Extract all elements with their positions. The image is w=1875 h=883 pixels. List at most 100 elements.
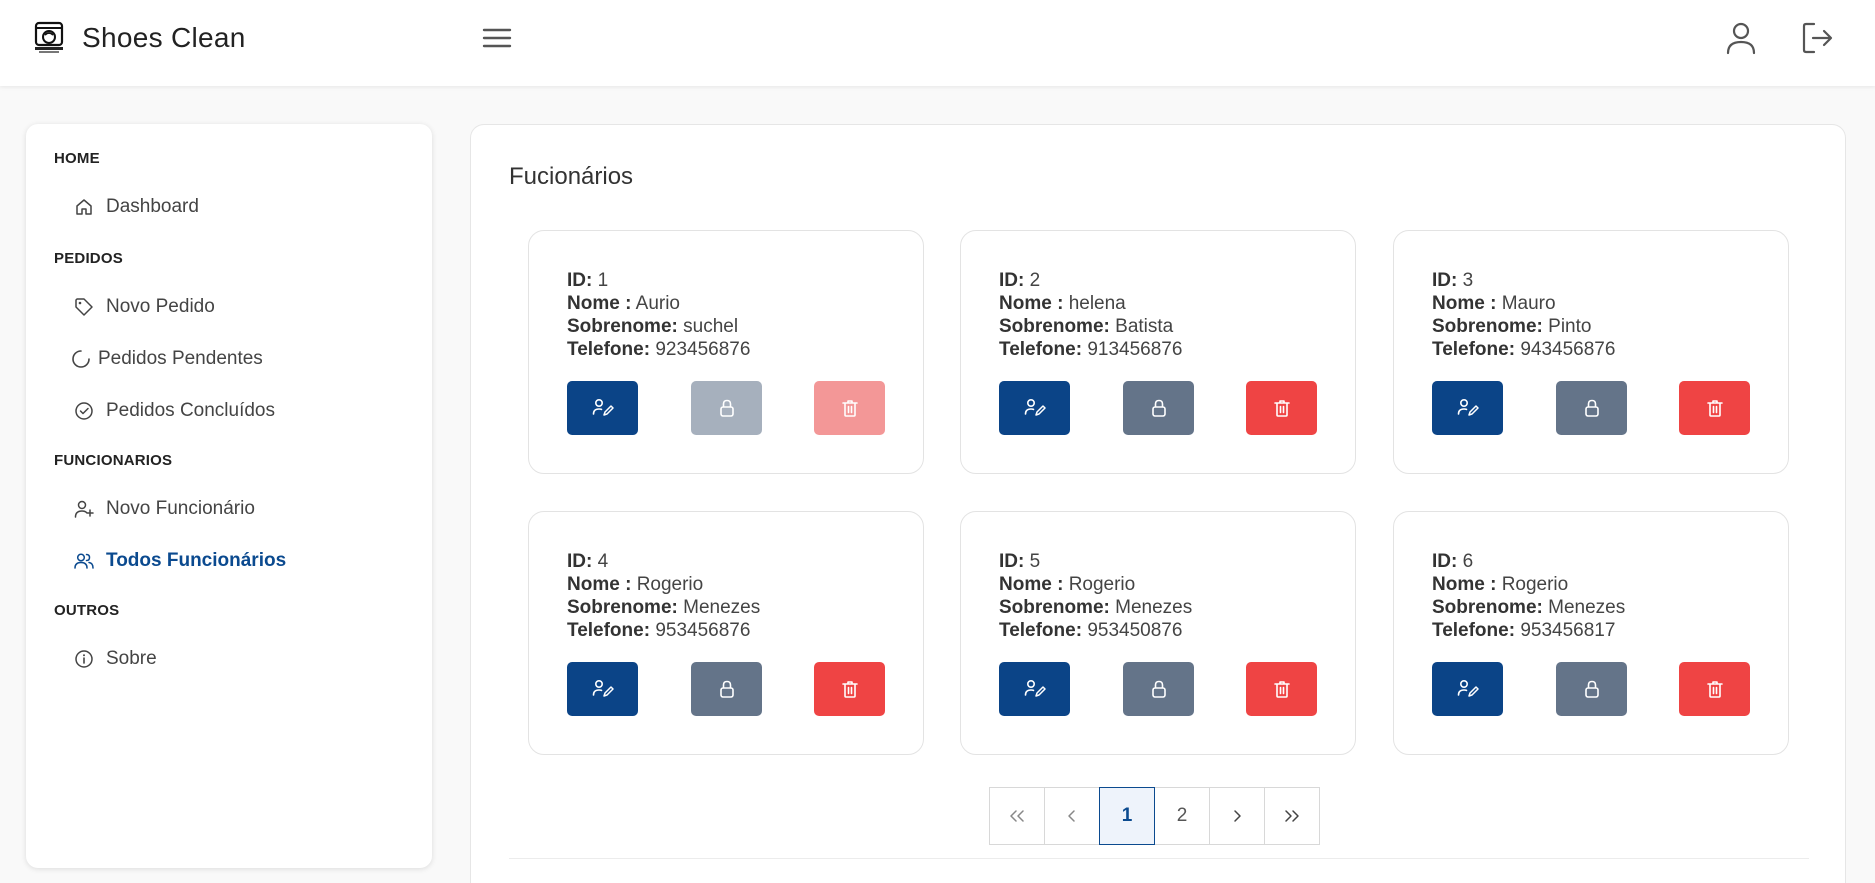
double-chevron-right-icon (1285, 810, 1299, 822)
sidebar-item-pedidos-pendentes[interactable]: Pedidos Pendentes (72, 344, 263, 374)
user-plus-icon (74, 500, 94, 518)
page-title: Fucionários (509, 163, 634, 190)
sidebar-item-label: Sobre (106, 648, 157, 669)
sidebar-item-novo-pedido[interactable]: Novo Pedido (74, 292, 215, 322)
logout-icon[interactable] (1800, 20, 1834, 56)
sidebar-item-label: Dashboard (106, 196, 199, 217)
sidebar-item-label: Novo Pedido (106, 296, 215, 317)
employee-nome: Nome : helena (999, 293, 1126, 314)
sidebar: HOME Dashboard PEDIDOS Novo Pedido Pedid… (26, 124, 432, 868)
employee-telefone: Telefone: 943456876 (1432, 339, 1616, 360)
top-bar: Shoes Clean (0, 0, 1875, 86)
employee-id: ID: 4 (567, 551, 609, 572)
check-circle-icon (75, 402, 93, 420)
user-edit-icon (592, 679, 614, 697)
delete-button[interactable] (814, 381, 885, 435)
loader-icon (72, 350, 90, 368)
trash-icon (841, 681, 858, 698)
edit-button[interactable] (1432, 381, 1503, 435)
employee-nome: Nome : Mauro (1432, 293, 1556, 314)
edit-button[interactable] (999, 662, 1070, 716)
employee-nome: Nome : Rogerio (567, 574, 704, 595)
delete-button[interactable] (1679, 662, 1750, 716)
lock-icon (1584, 399, 1599, 417)
employee-sobrenome: Sobrenome: Pinto (1432, 316, 1592, 337)
employee-card: ID: 2 Nome : helena Sobrenome: Batista T… (960, 230, 1356, 474)
delete-button[interactable] (1679, 381, 1750, 435)
employee-sobrenome: Sobrenome: suchel (567, 316, 739, 337)
sidebar-item-novo-funcionario[interactable]: Novo Funcionário (74, 494, 255, 524)
employee-sobrenome: Sobrenome: Menezes (567, 597, 761, 618)
employee-telefone: Telefone: 923456876 (567, 339, 751, 360)
user-edit-icon (1024, 398, 1046, 416)
chevron-left-icon (1068, 810, 1075, 822)
lock-button[interactable] (1123, 381, 1194, 435)
lock-icon (719, 680, 734, 698)
pagination: 1 2 (989, 787, 1320, 845)
trash-icon (841, 400, 858, 417)
user-profile-icon[interactable] (1724, 20, 1758, 56)
employee-telefone: Telefone: 953450876 (999, 620, 1183, 641)
employee-nome: Nome : Rogerio (999, 574, 1136, 595)
chevron-right-icon (1234, 810, 1241, 822)
pagination-last-button[interactable] (1264, 787, 1320, 845)
trash-icon (1706, 400, 1723, 417)
lock-button[interactable] (1556, 662, 1627, 716)
pagination-prev-button[interactable] (1044, 787, 1100, 845)
lock-icon (1584, 680, 1599, 698)
trash-icon (1273, 681, 1290, 698)
user-edit-icon (1024, 679, 1046, 697)
employee-sobrenome: Sobrenome: Batista (999, 316, 1174, 337)
trash-icon (1706, 681, 1723, 698)
section-title-funcionarios: FUNCIONARIOS (54, 452, 173, 469)
sidebar-item-todos-funcionarios[interactable]: Todos Funcionários (74, 546, 286, 576)
user-edit-icon (1457, 679, 1479, 697)
employee-nome: Nome : Aurio (567, 293, 680, 314)
pagination-first-button[interactable] (989, 787, 1045, 845)
app-title: Shoes Clean (82, 22, 246, 53)
info-icon (75, 650, 93, 668)
lock-button[interactable] (691, 381, 762, 435)
sidebar-item-pedidos-concluidos[interactable]: Pedidos Concluídos (74, 396, 275, 426)
section-title-home: HOME (54, 150, 100, 167)
lock-button[interactable] (1556, 381, 1627, 435)
employee-card: ID: 3 Nome : Mauro Sobrenome: Pinto Tele… (1393, 230, 1789, 474)
edit-button[interactable] (567, 381, 638, 435)
hamburger-menu-icon[interactable] (480, 24, 514, 52)
tag-icon (75, 298, 93, 316)
pagination-next-button[interactable] (1209, 787, 1265, 845)
user-edit-icon (1457, 398, 1479, 416)
user-edit-icon (592, 398, 614, 416)
employee-card: ID: 5 Nome : Rogerio Sobrenome: Menezes … (960, 511, 1356, 755)
employee-id: ID: 3 (1432, 270, 1474, 291)
delete-button[interactable] (1246, 381, 1317, 435)
trash-icon (1273, 400, 1290, 417)
delete-button[interactable] (814, 662, 885, 716)
sidebar-item-label: Pedidos Concluídos (106, 400, 275, 421)
employee-telefone: Telefone: 953456876 (567, 620, 751, 641)
main-panel: Fucionários ID: 1 Nome : Aurio Sobrenome… (470, 124, 1846, 883)
employee-id: ID: 6 (1432, 551, 1474, 572)
sidebar-item-sobre[interactable]: Sobre (74, 644, 157, 674)
logo-icon (34, 21, 64, 53)
edit-button[interactable] (999, 381, 1070, 435)
home-icon (76, 199, 92, 215)
section-title-pedidos: PEDIDOS (54, 250, 123, 267)
pagination-page-1[interactable]: 1 (1099, 787, 1155, 845)
employee-card: ID: 6 Nome : Rogerio Sobrenome: Menezes … (1393, 511, 1789, 755)
employee-nome: Nome : Rogerio (1432, 574, 1569, 595)
lock-button[interactable] (691, 662, 762, 716)
employee-card: ID: 4 Nome : Rogerio Sobrenome: Menezes … (528, 511, 924, 755)
edit-button[interactable] (1432, 662, 1503, 716)
lock-button[interactable] (1123, 662, 1194, 716)
lock-icon (719, 399, 734, 417)
sidebar-item-dashboard[interactable]: Dashboard (74, 192, 199, 222)
divider (509, 858, 1809, 859)
employee-telefone: Telefone: 913456876 (999, 339, 1183, 360)
edit-button[interactable] (567, 662, 638, 716)
sidebar-item-label: Pedidos Pendentes (98, 348, 263, 369)
pagination-page-2[interactable]: 2 (1154, 787, 1210, 845)
employee-telefone: Telefone: 953456817 (1432, 620, 1616, 641)
delete-button[interactable] (1246, 662, 1317, 716)
employee-id: ID: 5 (999, 551, 1041, 572)
